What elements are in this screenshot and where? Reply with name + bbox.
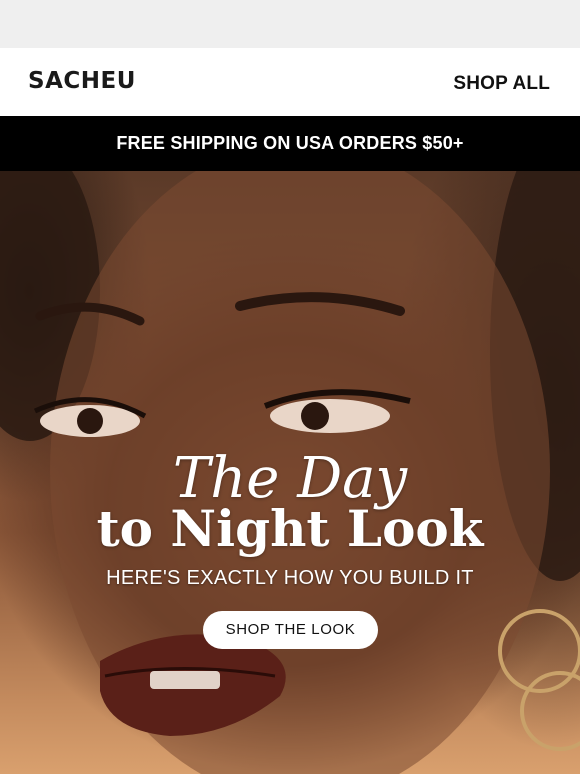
hero-subtitle: HERE'S EXACTLY HOW YOU BUILD IT <box>106 567 474 589</box>
hero-image[interactable]: The Day to Night Look HERE'S EXACTLY HOW… <box>0 171 580 774</box>
shop-all-link[interactable]: SHOP ALL <box>453 73 550 95</box>
hero-title-line2: to Night Look <box>96 499 484 558</box>
top-spacer <box>0 0 580 48</box>
shipping-banner: FREE SHIPPING ON USA ORDERS $50+ <box>0 116 580 171</box>
email-header: SACHEU SHOP ALL <box>0 48 580 116</box>
brand-logo[interactable]: SACHEU <box>28 68 136 94</box>
shop-the-look-button[interactable]: SHOP THE LOOK <box>203 611 378 649</box>
